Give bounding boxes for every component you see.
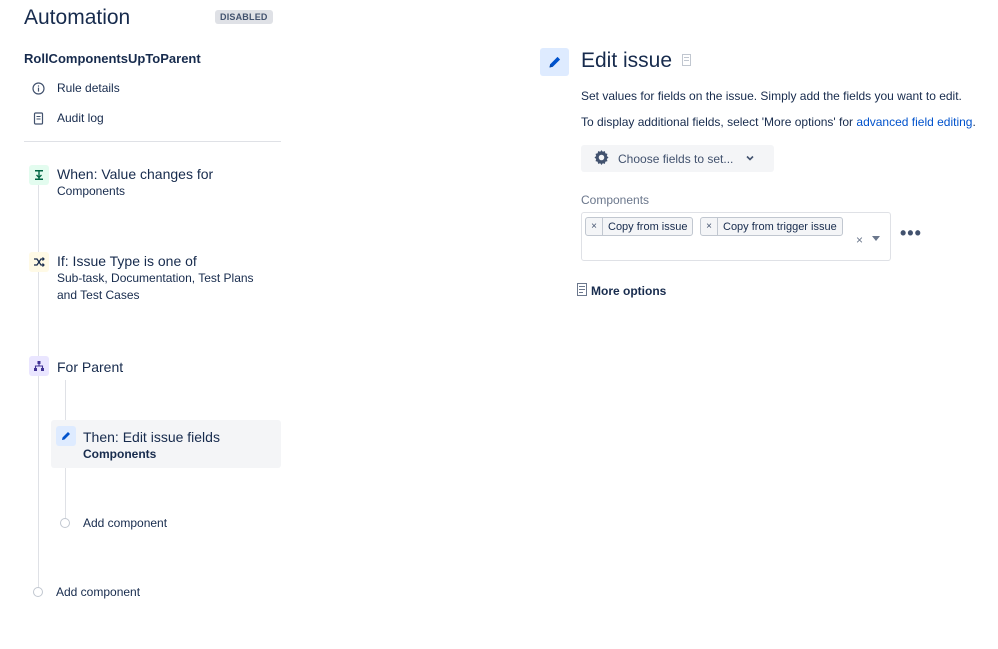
add-component-outer-label: Add component — [56, 585, 141, 599]
more-actions-icon[interactable]: ••• — [900, 224, 922, 242]
chevron-down-icon — [745, 152, 755, 166]
editor-description-1: Set values for fields on the issue. Simp… — [581, 89, 962, 103]
tag-label: Copy from trigger issue — [723, 220, 837, 233]
edit-issue-icon — [540, 48, 569, 76]
branch-step[interactable]: For Parent — [29, 354, 123, 378]
add-node-icon — [33, 587, 43, 597]
action-subtitle: Components — [83, 447, 157, 461]
condition-subtitle-1: Sub-task, Documentation, Test Plans — [57, 271, 254, 285]
audit-log-link[interactable]: Audit log — [32, 111, 104, 125]
shuffle-icon — [29, 252, 49, 272]
condition-step[interactable]: If: Issue Type is one of Sub-task, Docum… — [29, 250, 254, 306]
trigger-title: When: Value changes for — [57, 166, 214, 182]
add-component-inner[interactable]: Add component — [60, 516, 167, 530]
hierarchy-icon — [29, 356, 49, 376]
doc-icon — [577, 283, 587, 299]
dropdown-caret-icon[interactable] — [872, 236, 880, 241]
trigger-icon — [29, 165, 49, 185]
advanced-field-editing-link[interactable]: advanced field editing — [856, 115, 972, 129]
editor-description-2: To display additional fields, select 'Mo… — [581, 115, 976, 129]
pencil-icon — [56, 426, 76, 446]
components-select[interactable]: × Copy from issue × Copy from trigger is… — [581, 212, 891, 261]
status-badge: DISABLED — [215, 10, 273, 24]
tag-label: Copy from issue — [608, 220, 688, 233]
action-title: Then: Edit issue fields — [83, 429, 220, 445]
add-component-inner-label: Add component — [83, 516, 168, 530]
choose-fields-label: Choose fields to set... — [618, 151, 734, 166]
action-step[interactable]: Then: Edit issue fields Components — [51, 420, 281, 468]
audit-log-label: Audit log — [57, 111, 104, 125]
document-icon — [32, 111, 45, 125]
editor-description-2-suffix: . — [972, 115, 976, 129]
doc-icon — [682, 53, 692, 69]
gear-icon — [593, 149, 610, 169]
more-options-label: More options — [591, 284, 667, 298]
add-component-outer[interactable]: Add component — [33, 585, 140, 599]
divider — [24, 141, 281, 142]
trigger-subtitle: Components — [57, 184, 126, 198]
flow-line-outer — [38, 180, 39, 592]
rule-name: RollComponentsUpToParent — [24, 51, 201, 66]
rule-details-link[interactable]: Rule details — [32, 81, 120, 95]
editor-description-2-text: To display additional fields, select 'Mo… — [581, 115, 857, 129]
add-node-icon — [60, 518, 70, 528]
tag-copy-from-issue: × Copy from issue — [585, 217, 694, 236]
branch-title: For Parent — [57, 359, 124, 375]
trigger-step[interactable]: When: Value changes for Components — [29, 163, 213, 202]
components-field-label: Components — [581, 193, 650, 207]
condition-subtitle-2: and Test Cases — [57, 288, 140, 302]
editor-title-row: Edit issue — [581, 49, 692, 73]
info-icon — [32, 81, 45, 95]
more-options-button[interactable]: More options — [577, 283, 666, 299]
remove-tag-icon[interactable]: × — [701, 218, 718, 235]
editor-title: Edit issue — [581, 49, 673, 72]
page-title: Automation — [24, 6, 131, 29]
clear-icon[interactable]: × — [856, 233, 863, 247]
tag-copy-from-trigger-issue: × Copy from trigger issue — [700, 217, 843, 236]
condition-title: If: Issue Type is one of — [57, 253, 197, 269]
choose-fields-button[interactable]: Choose fields to set... — [581, 145, 774, 172]
rule-details-label: Rule details — [57, 81, 120, 95]
remove-tag-icon[interactable]: × — [586, 218, 603, 235]
